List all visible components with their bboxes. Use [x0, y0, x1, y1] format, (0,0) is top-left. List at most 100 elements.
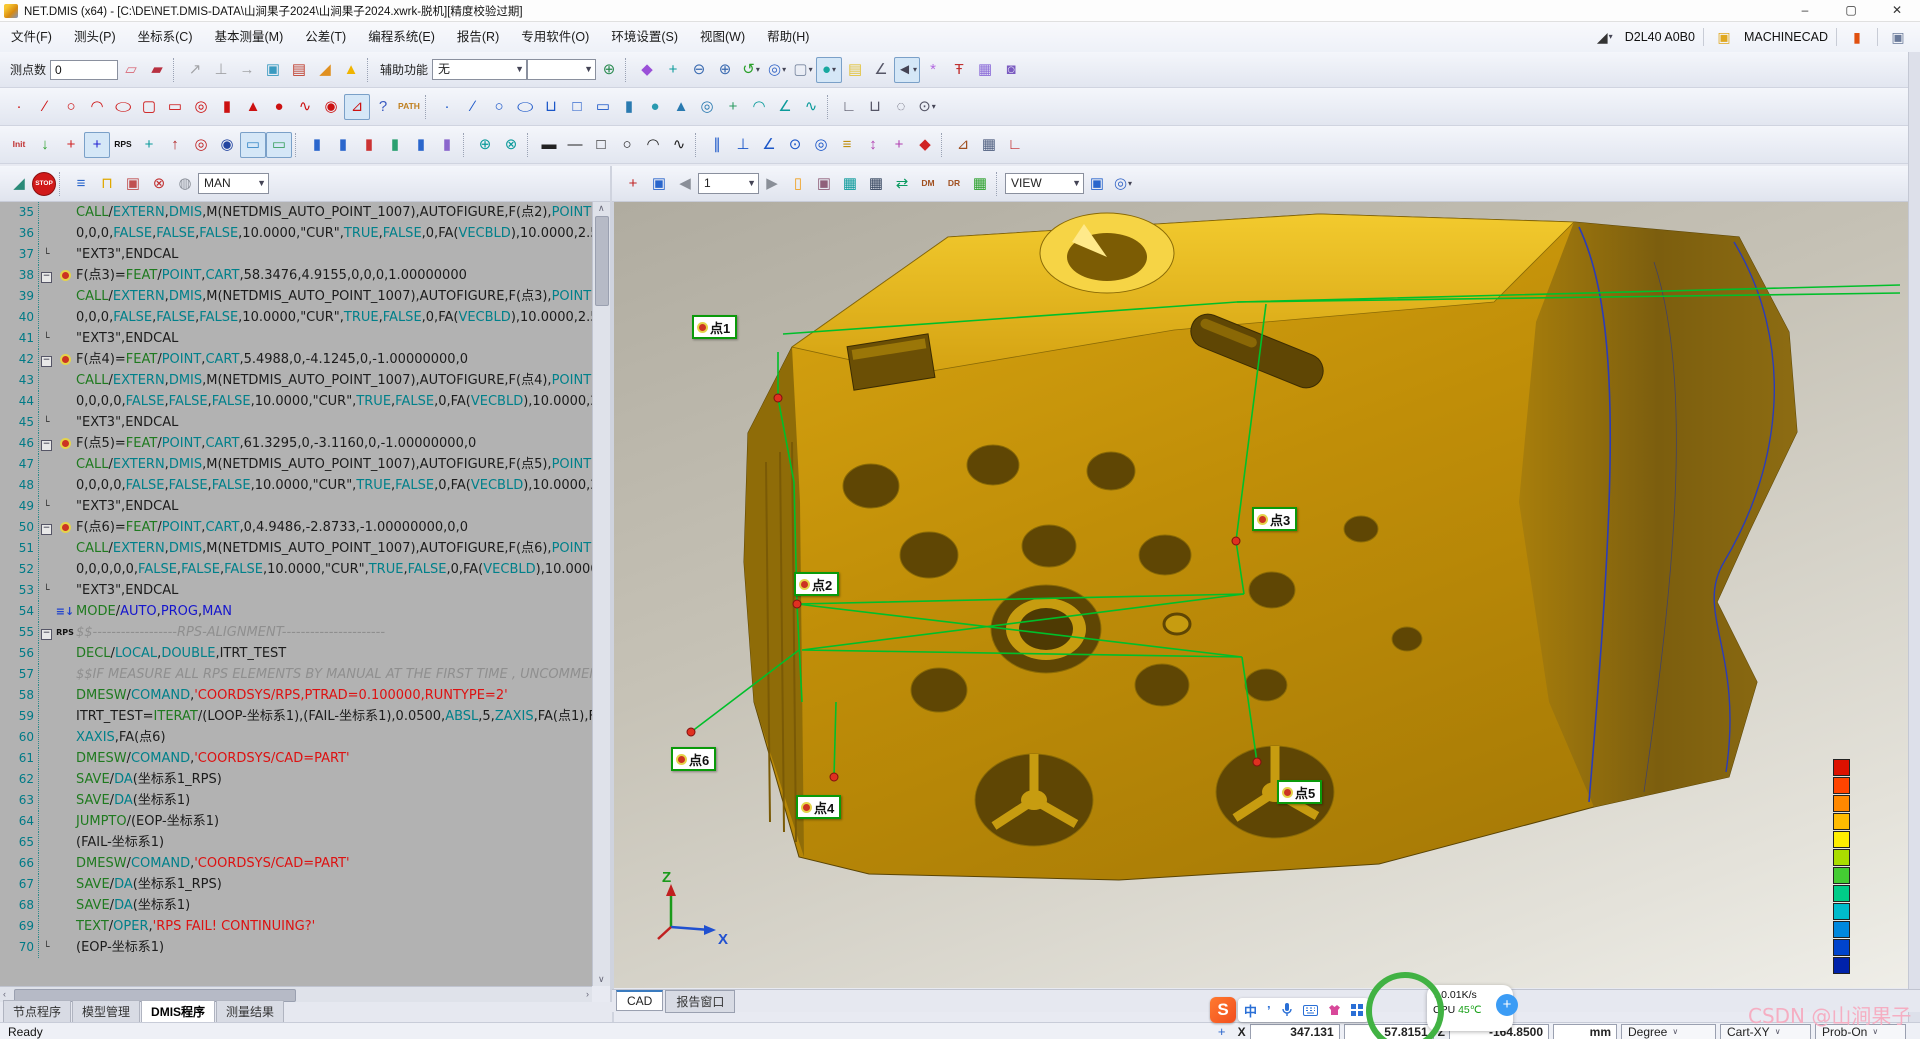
code-line-65[interactable]: 65 (FAIL-坐标系1)	[0, 832, 592, 853]
draw-circle-icon[interactable]: ○	[614, 132, 640, 158]
blue-torus-icon[interactable]: ◎	[694, 94, 720, 120]
unlock-icon[interactable]: ⊓	[94, 171, 120, 197]
coordsys-cad-icon[interactable]: +	[84, 131, 110, 158]
axes-cross-icon[interactable]: +	[720, 94, 746, 120]
red-cone-icon[interactable]: ▲	[240, 94, 266, 120]
updown-arrows-icon[interactable]: ↕	[860, 132, 886, 158]
aux-refresh-icon[interactable]: ⊕	[596, 57, 622, 83]
code-line-47[interactable]: 47 CALL/EXTERN,DMIS,M(NETDMIS_AUTO_POINT_…	[0, 454, 592, 475]
table-dark-icon[interactable]: ▦	[863, 171, 889, 197]
plane-xy-icon[interactable]: ▭	[240, 131, 266, 158]
draw-arc-icon[interactable]: ◠	[640, 132, 666, 158]
cad-tab-报告窗口[interactable]: 报告窗口	[665, 990, 736, 1013]
mic-icon[interactable]	[1281, 1003, 1293, 1017]
offline-machine-icon[interactable]: ▣	[1886, 25, 1910, 49]
point-label-点2[interactable]: 点2	[794, 572, 840, 596]
coordsys-iterate-icon[interactable]: +	[136, 132, 162, 158]
mode-combo[interactable]: MAN ▼	[198, 173, 269, 194]
teal-angle-icon[interactable]: ∠	[772, 94, 798, 120]
red-torus-icon[interactable]: ◉	[318, 94, 344, 120]
draw-rect-icon[interactable]: □	[588, 132, 614, 158]
blue-ellipse-icon[interactable]: ◯	[512, 94, 538, 120]
slot-construct-icon[interactable]: ⊔	[862, 94, 888, 120]
sogou-input-bar[interactable]: S 中 ’	[1210, 997, 1369, 1023]
pan-view-icon[interactable]: +	[660, 57, 686, 83]
plane-iso-icon[interactable]: ▭	[266, 131, 292, 158]
new-report-icon[interactable]: ▯	[785, 171, 811, 197]
assistant-plus-button[interactable]: +	[1496, 994, 1518, 1016]
code-line-37[interactable]: 37 └ "EXT3",ENDCAL	[0, 244, 592, 265]
menu-item-2[interactable]: 测头(P)	[63, 23, 127, 51]
code-line-70[interactable]: 70 └ (EOP-坐标系1)	[0, 937, 592, 958]
blue-cylinder-icon[interactable]: ▮	[616, 94, 642, 120]
angle-tolerance-icon[interactable]: ∠	[756, 132, 782, 158]
probe-mount-icon[interactable]: ⊥	[208, 57, 234, 83]
fold-collapse-icon[interactable]: −	[39, 517, 54, 538]
menu-item-1[interactable]: 文件(F)	[0, 23, 63, 51]
window-run-icon[interactable]: ▣	[120, 171, 146, 197]
report-settings-icon[interactable]: ▣	[811, 171, 837, 197]
code-line-68[interactable]: 68 SAVE/DA(坐标系1)	[0, 895, 592, 916]
note-icon[interactable]: ▤	[842, 57, 868, 83]
cylinder-feature-4-icon[interactable]: ▮	[382, 132, 408, 158]
code-line-56[interactable]: 56 DECL/LOCAL,DOUBLE,ITRT_TEST	[0, 643, 592, 664]
blue-circle-icon[interactable]: ○	[486, 94, 512, 120]
fold-collapse-icon[interactable]: −	[39, 433, 54, 454]
thermometer-icon[interactable]: ▮	[1845, 25, 1869, 49]
code-line-50[interactable]: 50− F(点6)=FEAT/POINT,CART,0,4.9486,-2.873…	[0, 517, 592, 538]
edit-pencil-icon[interactable]: ◢	[312, 57, 338, 83]
delete-feature-icon[interactable]: ⊗	[146, 171, 172, 197]
fold-collapse-icon[interactable]: −	[39, 265, 54, 286]
runout-tolerance-icon[interactable]: ◎	[808, 132, 834, 158]
code-line-49[interactable]: 49 └ "EXT3",ENDCAL	[0, 496, 592, 517]
angle-tool-icon[interactable]: ∠	[868, 57, 894, 83]
grid-green-icon[interactable]: ▦	[967, 171, 993, 197]
code-line-40[interactable]: 40 0,0,0,FALSE,FALSE,FALSE,10.0000,"CUR",…	[0, 307, 592, 328]
stop-button[interactable]: STOP	[32, 171, 56, 196]
red-line-icon[interactable]: ∕	[32, 94, 58, 120]
red-angle-icon[interactable]: ⊿	[344, 93, 370, 120]
blue-square-icon[interactable]: □	[564, 94, 590, 120]
editor-vertical-scrollbar[interactable]: ∧ ∨	[592, 202, 610, 986]
gray-ball-icon[interactable]: ◍	[172, 171, 198, 197]
view-combo[interactable]: VIEW ▼	[1005, 173, 1084, 194]
xyz-position-icon[interactable]: ▣	[260, 57, 286, 83]
point-label-点1[interactable]: 点1	[692, 315, 738, 339]
pin-save-icon[interactable]: ↑	[162, 132, 188, 158]
code-line-41[interactable]: 41 └ "EXT3",ENDCAL	[0, 328, 592, 349]
code-line-67[interactable]: 67 SAVE/DA(坐标系1_RPS)	[0, 874, 592, 895]
red-ellipse-icon[interactable]: ◯	[110, 94, 136, 120]
aux-value-combo[interactable]: ▼	[527, 59, 597, 80]
code-line-35[interactable]: 35 CALL/EXTERN,DMIS,M(NETDMIS_AUTO_POINT_…	[0, 202, 592, 223]
code-line-48[interactable]: 48 0,0,0,0,FALSE,FALSE,FALSE,10.0000,"CUR…	[0, 475, 592, 496]
open-model-icon[interactable]: ▣	[1712, 25, 1736, 49]
blue-rect-icon[interactable]: ▭	[590, 94, 616, 120]
lang-mode-icon[interactable]: 中	[1244, 1001, 1257, 1020]
snapshot-camera-icon[interactable]: ◙	[998, 57, 1024, 83]
rotate-view-icon[interactable]: ↺ ▾	[738, 57, 764, 83]
shaded-sphere-icon[interactable]: ● ▾	[816, 56, 843, 83]
editor-tab-节点程序[interactable]: 节点程序	[3, 1000, 72, 1022]
cad-axes-icon[interactable]: +	[620, 171, 646, 197]
angle-unit-combo[interactable]: Degree ∨	[1621, 1023, 1716, 1039]
cad-forward-icon[interactable]: ▶	[759, 171, 785, 197]
menu-item-5[interactable]: 公差(T)	[294, 23, 357, 51]
code-line-54[interactable]: 54 ≡↓ MODE/AUTO,PROG,MAN	[0, 601, 592, 622]
cylinder-feature-5-icon[interactable]: ▮	[408, 132, 434, 158]
probe-target-1-icon[interactable]: ⊕	[472, 132, 498, 158]
target-align-icon[interactable]: ◎	[188, 132, 214, 158]
corner-construct-icon[interactable]: ∟	[836, 94, 862, 120]
menu-item-7[interactable]: 报告(R)	[446, 23, 510, 51]
minimize-button[interactable]: –	[1782, 0, 1828, 21]
editor-tab-模型管理[interactable]: 模型管理	[72, 1000, 141, 1022]
code-line-63[interactable]: 63 SAVE/DA(坐标系1)	[0, 790, 592, 811]
teal-arc-icon[interactable]: ◠	[746, 94, 772, 120]
code-line-53[interactable]: 53 └ "EXT3",ENDCAL	[0, 580, 592, 601]
export-move-icon[interactable]: →	[234, 57, 260, 83]
cad-viewport[interactable]: Z X 点1 点2 点3 点4 点5 点6	[614, 202, 1908, 988]
code-line-52[interactable]: 52 0,0,0,0,0,FALSE,FALSE,FALSE,10.0000,"C…	[0, 559, 592, 580]
cad-page-combo[interactable]: 1 ▼	[698, 173, 759, 194]
code-line-69[interactable]: 69 TEXT/OPER,'RPS FAIL! CONTINUING?'	[0, 916, 592, 937]
goto-run-icon[interactable]: ↗	[182, 57, 208, 83]
toolbox-icon[interactable]	[1350, 1004, 1363, 1016]
